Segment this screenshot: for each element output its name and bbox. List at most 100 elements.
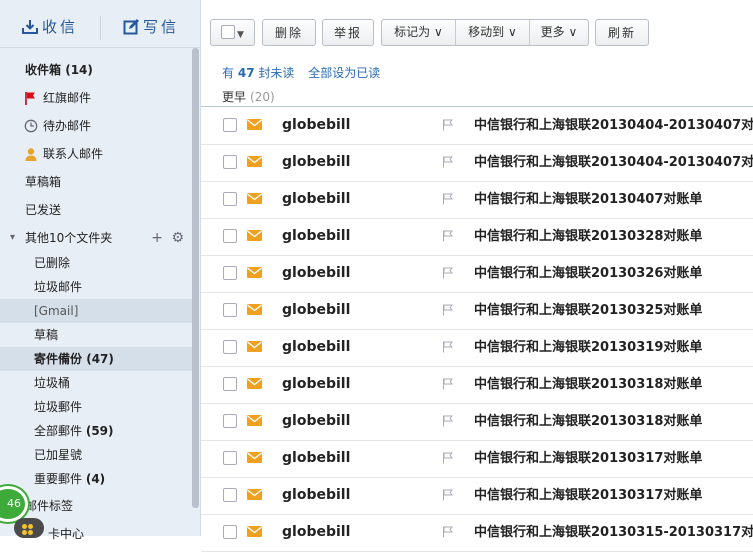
sidebar-item-mail-tags[interactable]: 邮件标签 bbox=[0, 494, 192, 518]
flag-icon[interactable] bbox=[442, 452, 454, 464]
sidebar-folder-item[interactable]: 全部郵件 (59) bbox=[0, 419, 192, 443]
flag-icon[interactable] bbox=[442, 378, 454, 390]
flag-icon[interactable] bbox=[442, 230, 454, 242]
sidebar-folder-item[interactable]: 已加星號 bbox=[0, 443, 192, 467]
gear-icon[interactable]: ⚙ bbox=[171, 230, 184, 246]
row-checkbox[interactable] bbox=[223, 229, 237, 243]
row-checkbox[interactable] bbox=[223, 192, 237, 206]
sidebar-item-sent[interactable]: 已发送 bbox=[0, 198, 192, 222]
refresh-button[interactable]: 刷新 bbox=[595, 19, 649, 46]
folder-label: 已加星號 bbox=[34, 448, 83, 462]
receive-button[interactable]: 收信 bbox=[22, 7, 78, 47]
table-row[interactable]: globebill 中信银行和上海银联20130317对账单 bbox=[201, 440, 753, 478]
folder-label: 寄件備份 bbox=[34, 352, 83, 366]
inbox-count: (14) bbox=[65, 63, 93, 77]
delete-button[interactable]: 删除 bbox=[262, 19, 316, 46]
message-subject: 中信银行和上海银联20130317对账单 bbox=[474, 451, 703, 466]
row-checkbox[interactable] bbox=[223, 414, 237, 428]
table-row[interactable]: globebill 中信银行和上海银联20130407对账单 bbox=[201, 181, 753, 219]
select-all-checkbox[interactable] bbox=[221, 25, 236, 39]
sidebar-folder-item[interactable]: 草稿 bbox=[0, 323, 192, 347]
sidebar-item-contacts-mail[interactable]: 联系人邮件 bbox=[0, 142, 192, 166]
receive-icon bbox=[22, 20, 38, 34]
write-button[interactable]: 写信 bbox=[123, 7, 179, 47]
folder-label: [Gmail] bbox=[34, 304, 79, 318]
flag-icon[interactable] bbox=[442, 119, 454, 131]
sidebar-folder-item[interactable]: 寄件備份 (47) bbox=[0, 347, 192, 371]
select-all-dropdown[interactable]: ▼ bbox=[210, 19, 255, 46]
flag-icon[interactable] bbox=[442, 489, 454, 501]
flag-icon[interactable] bbox=[442, 156, 454, 168]
mark-as-dropdown[interactable]: 标记为 ∨ bbox=[382, 20, 456, 45]
row-checkbox[interactable] bbox=[223, 377, 237, 391]
action-button-group: 标记为 ∨ 移动到 ∨ 更多 ∨ bbox=[381, 19, 589, 46]
flag-icon[interactable] bbox=[442, 267, 454, 279]
mark-all-read-link[interactable]: 全部设为已读 bbox=[308, 66, 380, 80]
sent-label: 已发送 bbox=[25, 203, 62, 217]
envelope-icon bbox=[247, 526, 262, 537]
inbox-label: 收件箱 bbox=[25, 63, 62, 77]
report-button[interactable]: 举报 bbox=[322, 19, 374, 46]
flag-icon[interactable] bbox=[442, 341, 454, 353]
folder-label: 垃圾邮件 bbox=[34, 280, 83, 294]
message-subject: 中信银行和上海银联20130328对账单 bbox=[474, 229, 703, 244]
more-dropdown[interactable]: 更多 ∨ bbox=[530, 20, 588, 45]
sidebar-item-inbox[interactable]: 收件箱 (14) bbox=[0, 58, 192, 82]
row-checkbox[interactable] bbox=[223, 488, 237, 502]
table-row[interactable]: globebill 中信银行和上海银联20130315-20130317对账单 bbox=[201, 514, 753, 552]
section-count: (20) bbox=[250, 90, 275, 104]
sender-name: globebill bbox=[282, 154, 351, 170]
sidebar-folder-item[interactable]: 垃圾邮件 bbox=[0, 275, 192, 299]
other-folders-label: 其他10个文件夹 bbox=[25, 231, 113, 245]
folder-count: (4) bbox=[85, 472, 106, 486]
app-icon[interactable] bbox=[14, 518, 44, 538]
move-to-label: 移动到 bbox=[468, 25, 505, 39]
drafts-label: 草稿箱 bbox=[25, 175, 62, 189]
table-row[interactable]: globebill 中信银行和上海银联20130325对账单 bbox=[201, 292, 753, 330]
table-row[interactable]: globebill 中信银行和上海银联20130404-20130407对账单 bbox=[201, 107, 753, 145]
flag-icon[interactable] bbox=[442, 304, 454, 316]
row-checkbox[interactable] bbox=[223, 266, 237, 280]
table-row[interactable]: globebill 中信银行和上海银联20130318对账单 bbox=[201, 403, 753, 441]
flag-icon[interactable] bbox=[442, 193, 454, 205]
sender-name: globebill bbox=[282, 487, 351, 503]
table-row[interactable]: globebill 中信银行和上海银联20130326对账单 bbox=[201, 255, 753, 293]
sidebar-item-todo[interactable]: 待办邮件 bbox=[0, 114, 192, 138]
sender-name: globebill bbox=[282, 117, 351, 133]
row-checkbox[interactable] bbox=[223, 525, 237, 539]
sender-name: globebill bbox=[282, 376, 351, 392]
row-checkbox[interactable] bbox=[223, 118, 237, 132]
flag-icon[interactable] bbox=[442, 415, 454, 427]
chevron-down-icon: ∨ bbox=[508, 25, 517, 39]
move-to-dropdown[interactable]: 移动到 ∨ bbox=[456, 20, 530, 45]
sidebar-item-flagged[interactable]: 红旗邮件 bbox=[0, 86, 192, 110]
folder-label: 已删除 bbox=[34, 256, 71, 270]
sidebar-folder-item[interactable]: 垃圾桶 bbox=[0, 371, 192, 395]
add-folder-icon[interactable]: + bbox=[151, 230, 163, 246]
sidebar-folder-item[interactable]: 垃圾郵件 bbox=[0, 395, 192, 419]
table-row[interactable]: globebill 中信银行和上海银联20130318对账单 bbox=[201, 366, 753, 404]
table-row[interactable]: globebill 中信银行和上海银联20130404-20130407对账单 bbox=[201, 144, 753, 182]
sidebar-item-other-folders[interactable]: ▾ 其他10个文件夹 + ⚙ bbox=[0, 226, 192, 250]
receive-label: 收信 bbox=[42, 18, 79, 36]
table-row[interactable]: globebill 中信银行和上海银联20130317对账单 bbox=[201, 477, 753, 515]
table-row[interactable]: globebill 中信银行和上海银联20130319对账单 bbox=[201, 329, 753, 367]
row-checkbox[interactable] bbox=[223, 303, 237, 317]
flagged-label: 红旗邮件 bbox=[43, 91, 92, 105]
sidebar-folder-item[interactable]: 已删除 bbox=[0, 251, 192, 275]
flag-icon[interactable] bbox=[442, 526, 454, 538]
sidebar-item-drafts[interactable]: 草稿箱 bbox=[0, 170, 192, 194]
envelope-icon bbox=[247, 193, 262, 204]
row-checkbox[interactable] bbox=[223, 155, 237, 169]
row-checkbox[interactable] bbox=[223, 340, 237, 354]
row-checkbox[interactable] bbox=[223, 451, 237, 465]
sidebar-folder-item[interactable]: [Gmail] bbox=[0, 299, 192, 323]
chevron-down-icon[interactable]: ▾ bbox=[10, 226, 15, 250]
sidebar-scrollbar[interactable] bbox=[192, 48, 199, 508]
sidebar-folder-item[interactable]: 重要郵件 (4) bbox=[0, 467, 192, 491]
pencil-icon bbox=[123, 19, 139, 35]
envelope-icon bbox=[247, 489, 262, 500]
message-subject: 中信银行和上海银联20130407对账单 bbox=[474, 192, 703, 207]
sender-name: globebill bbox=[282, 228, 351, 244]
table-row[interactable]: globebill 中信银行和上海银联20130328对账单 bbox=[201, 218, 753, 256]
